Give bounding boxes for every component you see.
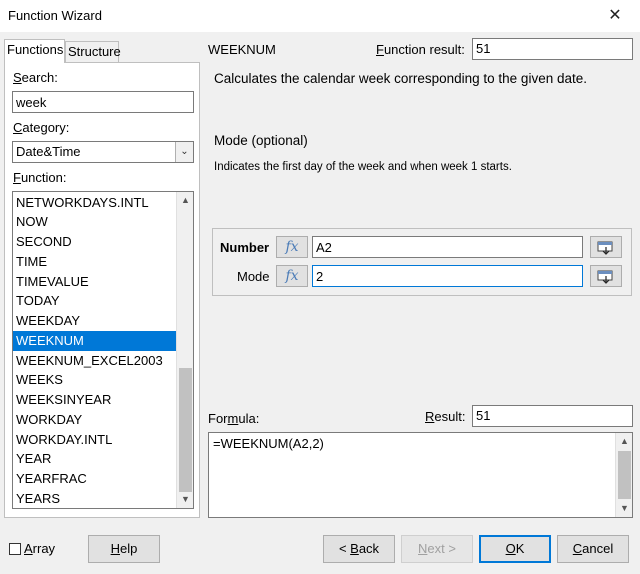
function-list-scrollbar[interactable]: ▲ ▼ <box>176 192 193 508</box>
help-button[interactable]: Help <box>88 535 160 563</box>
window-title: Function Wizard <box>8 8 102 23</box>
next-button[interactable]: Next > <box>401 535 473 563</box>
chevron-down-icon[interactable]: ⌄ <box>175 142 193 162</box>
function-result-field: 51 <box>472 38 633 60</box>
category-select[interactable]: Date&Time ⌄ <box>12 141 194 163</box>
tab-functions[interactable]: Functions <box>4 39 65 63</box>
function-list-item[interactable]: WEEKS <box>13 370 177 390</box>
close-icon[interactable]: ✕ <box>600 2 630 30</box>
argument-label-number: Number <box>220 240 270 255</box>
argument-input-number[interactable] <box>312 236 583 258</box>
shrink-button-number[interactable] <box>590 236 622 258</box>
function-listbox[interactable]: NETWORKDAYS.INTL NOW SECOND TIME TIMEVALUE TO… <box>12 191 194 509</box>
function-list-item[interactable]: YEARS <box>13 489 177 508</box>
function-list-item[interactable]: NETWORKDAYS.INTL <box>13 193 177 213</box>
function-list-item[interactable]: WEEKSINYEAR <box>13 390 177 410</box>
function-result-label: Function result: <box>376 42 465 57</box>
shrink-button-mode[interactable] <box>590 265 622 287</box>
function-list-item[interactable]: WEEKNUM <box>13 330 177 351</box>
function-name: WEEKNUM <box>208 42 276 57</box>
formula-text: =WEEKNUM(A2,2) <box>213 436 324 451</box>
function-list-item[interactable]: TIME <box>13 252 177 272</box>
function-list-item[interactable]: TODAY <box>13 291 177 311</box>
parameter-title: Mode (optional) <box>214 133 308 148</box>
function-list-item[interactable]: WEEKNUM_EXCEL2003 <box>13 351 177 371</box>
cancel-button[interactable]: Cancel <box>557 535 629 563</box>
tab-structure[interactable]: Structure <box>65 41 121 63</box>
category-value: Date&Time <box>16 144 81 159</box>
fx-button-number[interactable]: fx <box>276 236 308 258</box>
function-list-item[interactable]: WEEKDAY <box>13 311 177 331</box>
scrollbar-thumb[interactable] <box>179 368 192 492</box>
fx-icon: fx <box>285 239 299 255</box>
scrollbar-thumb[interactable] <box>618 451 631 499</box>
search-input[interactable] <box>12 91 194 113</box>
scroll-down-icon[interactable]: ▼ <box>177 491 193 508</box>
argument-label-mode: Mode <box>237 269 270 284</box>
function-list-item[interactable]: TIMEVALUE <box>13 272 177 292</box>
function-description: Calculates the calendar week correspondi… <box>214 71 587 86</box>
parameter-description: Indicates the first day of the week and … <box>214 161 512 173</box>
result-field: 51 <box>472 405 633 427</box>
back-button[interactable]: < Back <box>323 535 395 563</box>
function-label: Function: <box>13 170 67 185</box>
array-label: Array <box>24 541 56 556</box>
fx-icon: fx <box>285 268 299 284</box>
scroll-up-icon[interactable]: ▲ <box>616 433 633 450</box>
category-label: Category: <box>13 120 70 135</box>
function-list-item[interactable]: WORKDAY <box>13 410 177 430</box>
function-list-item[interactable]: WORKDAY.INTL <box>13 430 177 450</box>
function-list-item[interactable]: SECOND <box>13 232 177 252</box>
array-checkbox[interactable] <box>9 543 21 555</box>
formula-scrollbar[interactable]: ▲ ▼ <box>615 433 632 517</box>
function-list-item[interactable]: YEAR <box>13 449 177 469</box>
formula-editor[interactable]: =WEEKNUM(A2,2) ▲ ▼ <box>208 432 633 518</box>
ok-button[interactable]: OK <box>479 535 551 563</box>
fx-button-mode[interactable]: fx <box>276 265 308 287</box>
search-label: Search: <box>13 70 58 85</box>
argument-input-mode[interactable] <box>312 265 583 287</box>
shrink-icon <box>597 241 613 255</box>
shrink-icon <box>597 270 613 284</box>
scroll-up-icon[interactable]: ▲ <box>177 192 193 209</box>
formula-label: Formula: <box>208 411 260 426</box>
function-list-item[interactable]: YEARFRAC <box>13 469 177 489</box>
result-label: Result: <box>425 409 466 424</box>
scroll-down-icon[interactable]: ▼ <box>616 500 633 517</box>
function-list-item[interactable]: NOW <box>13 212 177 232</box>
